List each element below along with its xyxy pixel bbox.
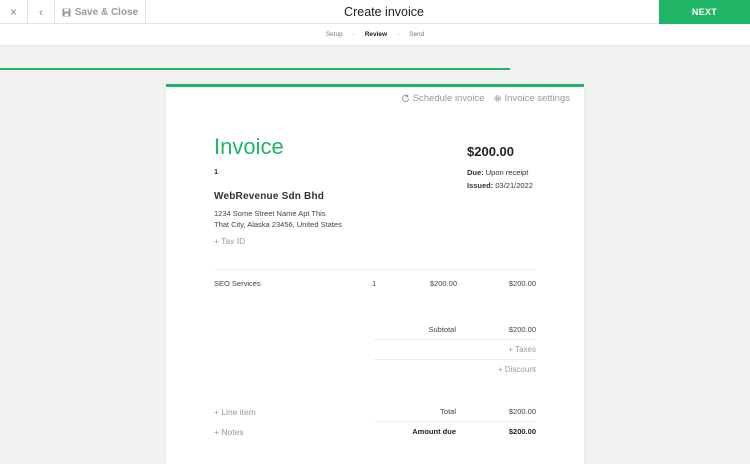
total-value: $200.00 — [508, 407, 536, 416]
invoice-total: $200.00 — [467, 144, 514, 159]
invoice-settings-link[interactable]: Invoice settings — [493, 93, 570, 104]
save-icon — [62, 7, 71, 17]
invoice-number: 1 — [214, 167, 219, 176]
line-item-rate: $200.00 — [429, 279, 457, 288]
issued-date: Issued: 03/21/2022 — [467, 181, 533, 190]
due-value: Upon receipt — [485, 168, 529, 177]
page-title: Create invoice — [344, 5, 424, 19]
top-toolbar: × ‹ Save & Close Create invoice NEXT — [0, 0, 750, 24]
save-and-close-label: Save & Close — [74, 6, 139, 18]
step-review[interactable]: Review — [365, 31, 387, 38]
add-discount-link[interactable]: + Discount — [476, 365, 536, 374]
add-tax-id-link[interactable]: + Tax ID — [214, 236, 245, 246]
steps-bar: Setup › Review › Send — [0, 24, 750, 70]
line-item-description: SEO Services — [214, 279, 261, 288]
step-setup[interactable]: Setup — [326, 31, 343, 38]
invoice-heading: Invoice — [214, 134, 284, 159]
add-line-item-link[interactable]: + Line item — [214, 407, 256, 417]
due-date: Due: Upon receipt — [467, 168, 528, 177]
close-icon: × — [9, 5, 17, 19]
amount-due-value: $200.00 — [508, 427, 536, 436]
issued-value: 03/21/2022 — [495, 181, 533, 190]
divider — [374, 421, 536, 422]
address-line-2: That City, Alaska 23456, United States — [214, 220, 342, 229]
line-item-quantity: 1 — [372, 279, 377, 288]
next-button[interactable]: NEXT — [659, 0, 750, 24]
refresh-icon — [401, 94, 409, 103]
amount-due-label: Amount due — [412, 427, 456, 436]
company-name: WebRevenue Sdn Bhd — [214, 191, 325, 202]
chevron-right-icon: › — [352, 31, 355, 38]
add-notes-link[interactable]: + Notes — [214, 427, 244, 437]
line-item-amount: $200.00 — [508, 279, 536, 288]
invoice-settings-label: Invoice settings — [504, 93, 570, 104]
address-line-1: 1234 Some Street Name Apt This — [214, 209, 326, 218]
issued-label: Issued: — [467, 181, 494, 190]
add-taxes-link[interactable]: + Taxes — [476, 345, 536, 354]
schedule-invoice-label: Schedule invoice — [412, 93, 485, 104]
close-button[interactable]: × — [0, 0, 28, 24]
save-and-close-button[interactable]: Save & Close — [55, 0, 146, 24]
chevron-right-icon: › — [397, 31, 400, 38]
invoice-actions: Schedule invoice Invoice settings — [401, 93, 570, 104]
step-send[interactable]: Send — [409, 31, 424, 38]
schedule-invoice-link[interactable]: Schedule invoice — [401, 93, 485, 104]
gear-icon — [493, 95, 501, 102]
divider — [374, 339, 536, 340]
wizard-steps: Setup › Review › Send — [0, 24, 750, 45]
divider — [374, 359, 536, 360]
subtotal-value: $200.00 — [508, 325, 536, 334]
subtotal-label: Subtotal — [428, 325, 456, 334]
back-button[interactable]: ‹ — [28, 0, 55, 24]
wizard-progress-bar — [0, 68, 510, 70]
due-label: Due: — [467, 168, 484, 177]
divider — [214, 269, 536, 270]
total-label: Total — [440, 407, 456, 416]
invoice-preview: Schedule invoice Invoice settings Invoic… — [166, 84, 584, 464]
chevron-left-icon: ‹ — [39, 5, 43, 19]
